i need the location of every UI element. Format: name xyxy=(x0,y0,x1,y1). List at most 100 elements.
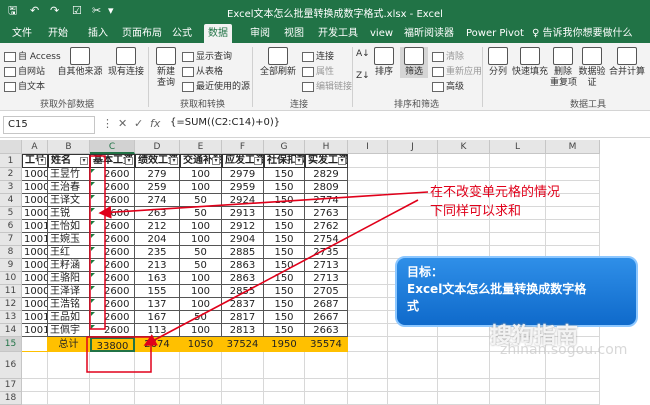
header-cell[interactable]: 姓名 ▾ xyxy=(48,154,90,168)
empty-cell[interactable] xyxy=(90,379,135,392)
header-cell[interactable]: 交通补贴 ▾ xyxy=(180,154,222,168)
table-cell[interactable]: 274 xyxy=(135,194,180,207)
total-value[interactable]: 33800 xyxy=(90,337,135,352)
table-cell[interactable]: 2600 xyxy=(90,272,135,285)
table-cell[interactable]: 2863 xyxy=(222,259,264,272)
table-cell[interactable]: 137 xyxy=(135,298,180,311)
row-header-13[interactable]: 13 xyxy=(0,311,22,324)
column-header-M[interactable]: M xyxy=(546,140,600,154)
column-header-C[interactable]: C xyxy=(90,140,135,154)
row-header-2[interactable]: 2 xyxy=(0,168,22,181)
empty-cell[interactable] xyxy=(348,298,388,311)
table-cell[interactable]: 2600 xyxy=(90,220,135,233)
empty-cell[interactable] xyxy=(546,392,600,405)
tab-11[interactable]: Power Pivot xyxy=(462,24,528,43)
empty-cell[interactable] xyxy=(90,392,135,405)
table-cell[interactable]: 2600 xyxy=(90,181,135,194)
table-cell[interactable]: 10004 xyxy=(22,194,48,207)
table-cell[interactable]: 150 xyxy=(264,285,305,298)
show-queries-button[interactable]: 显示查询 xyxy=(182,49,232,62)
row-header-16[interactable]: 16 xyxy=(0,352,22,379)
formula-input[interactable]: {=SUM((C2:C14)+0)} xyxy=(170,117,280,128)
edit-links-button[interactable]: 编辑链接 xyxy=(302,79,352,92)
table-cell[interactable]: 113 xyxy=(135,324,180,337)
row-header-9[interactable]: 9 xyxy=(0,259,22,272)
empty-cell[interactable] xyxy=(490,392,546,405)
tab-1[interactable]: 开始 xyxy=(44,24,72,43)
row-header-5[interactable]: 5 xyxy=(0,207,22,220)
empty-cell[interactable] xyxy=(22,379,48,392)
table-cell[interactable]: 2913 xyxy=(222,207,264,220)
table-cell[interactable]: 王昱竹 xyxy=(48,168,90,181)
table-cell[interactable]: 2600 xyxy=(90,233,135,246)
table-cell[interactable]: 100 xyxy=(180,285,222,298)
table-cell[interactable]: 213 xyxy=(135,259,180,272)
tab-4[interactable]: 公式 xyxy=(168,24,196,43)
table-cell[interactable]: 王佩宇 xyxy=(48,324,90,337)
empty-cell[interactable] xyxy=(546,233,600,246)
tab-6[interactable]: 审阅 xyxy=(246,24,274,43)
empty-cell[interactable] xyxy=(305,352,348,379)
table-cell[interactable]: 10002 xyxy=(22,181,48,194)
filter-dropdown-icon[interactable]: ▾ xyxy=(212,157,220,165)
save-icon[interactable]: 🖫 xyxy=(8,4,17,18)
tab-8[interactable]: 开发工具 xyxy=(314,24,362,43)
empty-cell[interactable] xyxy=(348,207,388,220)
table-cell[interactable]: 2663 xyxy=(305,324,348,337)
table-cell[interactable]: 10013 xyxy=(22,233,48,246)
header-cell[interactable]: 应发工资 ▾ xyxy=(222,154,264,168)
table-cell[interactable]: 2705 xyxy=(305,285,348,298)
empty-cell[interactable] xyxy=(348,324,388,337)
empty-cell[interactable] xyxy=(22,392,48,405)
table-cell[interactable]: 王骆阳 xyxy=(48,272,90,285)
undo-icon[interactable]: ↶ xyxy=(30,4,39,18)
sort-za-button[interactable]: Z↓ xyxy=(356,71,370,81)
table-cell[interactable]: 王怡如 xyxy=(48,220,90,233)
customize-icon[interactable]: ▾ xyxy=(108,4,114,18)
table-cell[interactable]: 100 xyxy=(180,272,222,285)
empty-cell[interactable] xyxy=(348,379,388,392)
table-cell[interactable]: 150 xyxy=(264,311,305,324)
table-cell[interactable]: 2829 xyxy=(305,168,348,181)
empty-cell[interactable] xyxy=(438,220,490,233)
filter-dropdown-icon[interactable]: ▾ xyxy=(254,157,262,165)
empty-cell[interactable] xyxy=(388,154,438,168)
row-header-8[interactable]: 8 xyxy=(0,246,22,259)
empty-cell[interactable] xyxy=(388,352,438,379)
empty-cell[interactable] xyxy=(438,379,490,392)
empty-cell[interactable] xyxy=(546,168,600,181)
empty-cell[interactable] xyxy=(348,285,388,298)
header-cell[interactable]: 社保扣款 ▾ xyxy=(264,154,305,168)
from-table-button[interactable]: 从表格 xyxy=(182,64,223,77)
table-cell[interactable]: 50 xyxy=(180,259,222,272)
tab-7[interactable]: 视图 xyxy=(280,24,308,43)
empty-cell[interactable] xyxy=(348,259,388,272)
row-header-7[interactable]: 7 xyxy=(0,233,22,246)
empty-cell[interactable] xyxy=(546,379,600,392)
redo-icon[interactable]: ↷ xyxy=(50,4,59,18)
empty-cell[interactable] xyxy=(438,154,490,168)
row-header-3[interactable]: 3 xyxy=(0,181,22,194)
sort-button[interactable]: 排序 xyxy=(370,47,398,78)
column-header-J[interactable]: J xyxy=(388,140,438,154)
table-cell[interactable]: 204 xyxy=(135,233,180,246)
table-cell[interactable]: 2904 xyxy=(222,233,264,246)
empty-cell[interactable] xyxy=(348,194,388,207)
table-cell[interactable]: 2763 xyxy=(305,207,348,220)
empty-cell[interactable] xyxy=(438,337,490,352)
total-value[interactable]: 37524 xyxy=(222,337,264,352)
row-header-18[interactable]: 18 xyxy=(0,392,22,405)
table-cell[interactable]: 10006 xyxy=(22,259,48,272)
cut-icon[interactable]: ✂ xyxy=(92,4,101,18)
table-cell[interactable]: 王红 xyxy=(48,246,90,259)
tab-0[interactable]: 文件 xyxy=(8,24,36,43)
empty-cell[interactable] xyxy=(438,233,490,246)
header-cell[interactable]: 绩效工资 ▾ xyxy=(135,154,180,168)
data-validation-button[interactable]: 数据验 证 xyxy=(578,47,606,89)
empty-cell[interactable] xyxy=(438,352,490,379)
advanced-button[interactable]: 高级 xyxy=(432,79,464,92)
filter-dropdown-icon[interactable]: ▾ xyxy=(125,157,133,165)
table-cell[interactable]: 263 xyxy=(135,207,180,220)
table-cell[interactable]: 2600 xyxy=(90,298,135,311)
table-cell[interactable]: 2713 xyxy=(305,259,348,272)
